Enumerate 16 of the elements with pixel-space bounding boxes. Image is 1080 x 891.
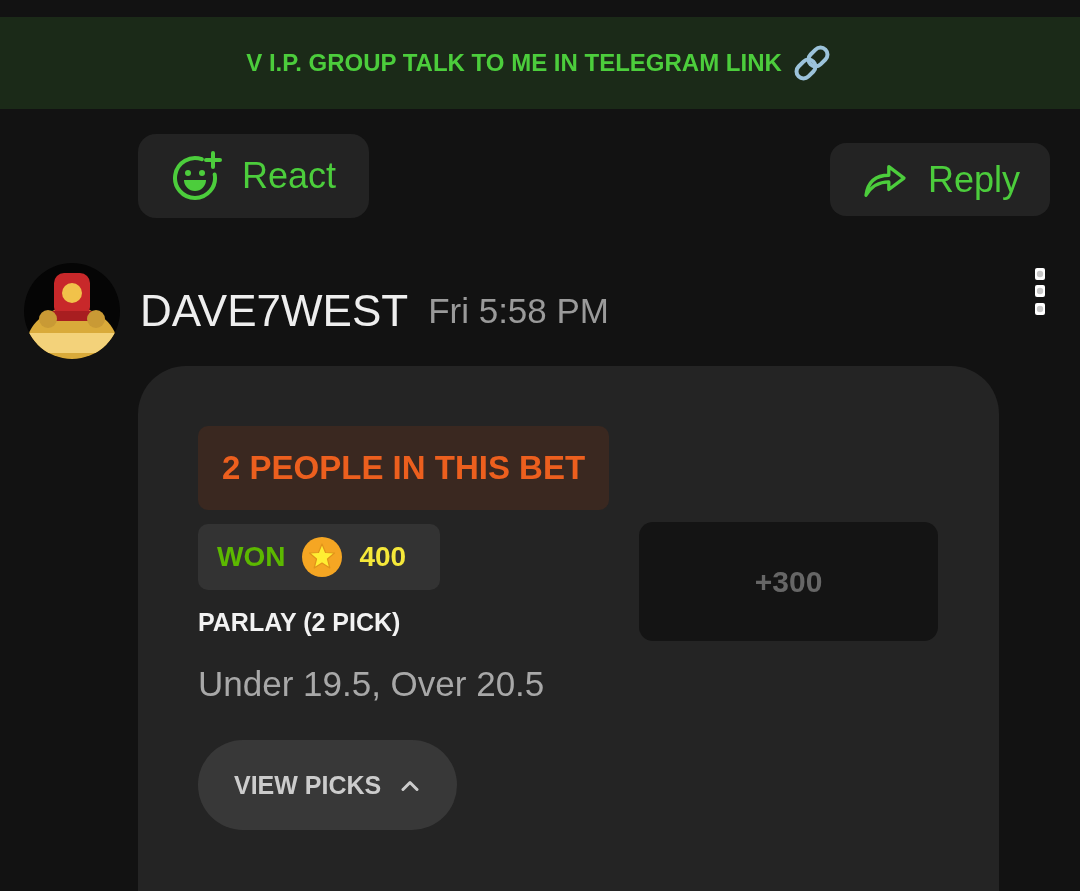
chevron-up-icon	[401, 779, 420, 791]
bet-picks: Under 19.5, Over 20.5	[198, 663, 545, 705]
author-name[interactable]: DAVE7WEST	[140, 286, 409, 336]
result-status: WON	[217, 541, 286, 573]
smiley-plus-icon	[172, 151, 222, 201]
message-time: Fri 5:58 PM	[428, 291, 609, 331]
star-coin-icon	[301, 536, 344, 578]
view-picks-button[interactable]: VIEW PICKS	[198, 740, 458, 830]
participants-badge: 2 PEOPLE IN THIS BET	[198, 426, 610, 510]
react-button[interactable]: React	[138, 134, 370, 218]
banner-text[interactable]: V I.P. GROUP TALK TO ME IN TELEGRAM LINK	[246, 49, 782, 77]
reply-button[interactable]: Reply	[829, 143, 1050, 216]
won-amount: 400	[359, 541, 407, 573]
more-options-icon[interactable]	[1034, 268, 1046, 316]
odds-value: +300	[754, 564, 823, 599]
bet-title: PARLAY (2 PICK)	[198, 607, 401, 637]
